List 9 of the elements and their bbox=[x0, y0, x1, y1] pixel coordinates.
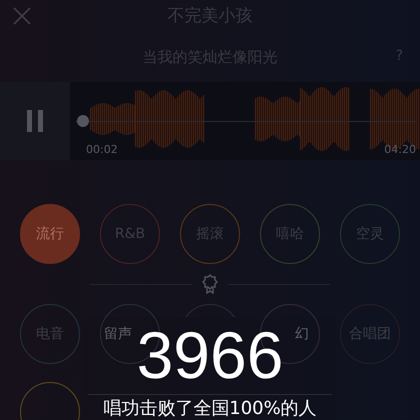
pause-icon[interactable] bbox=[26, 110, 44, 132]
award-icon bbox=[202, 274, 218, 294]
help-button[interactable]: ? bbox=[396, 46, 403, 67]
score-summary: 唱功击败了全国100%的人 bbox=[103, 398, 317, 420]
style-option[interactable]: 流行 bbox=[20, 204, 80, 264]
total-time: 04:20 bbox=[384, 142, 416, 158]
close-icon[interactable] bbox=[13, 7, 31, 25]
progress-thumb[interactable] bbox=[76, 115, 89, 127]
elapsed-time: 00:02 bbox=[86, 142, 118, 158]
